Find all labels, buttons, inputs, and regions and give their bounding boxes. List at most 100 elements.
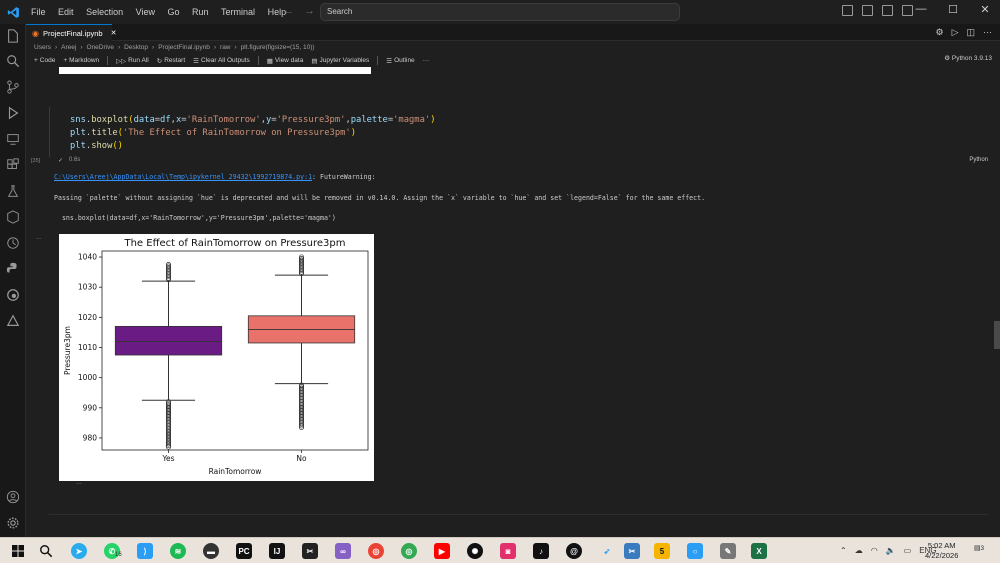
windows-start-icon[interactable] (10, 543, 26, 559)
menu-go[interactable]: Go (167, 7, 179, 17)
previous-output-fragment (59, 67, 371, 74)
menu-view[interactable]: View (136, 7, 155, 17)
arrow-app-icon[interactable]: ➶ (599, 543, 615, 559)
gear-icon[interactable]: ⚙ (935, 27, 943, 38)
cloud-icon[interactable]: ☁ (855, 546, 863, 555)
menu-edit[interactable]: Edit (58, 7, 74, 17)
cell-language[interactable]: Python (969, 157, 988, 163)
close-window-button[interactable]: ✕ (969, 3, 1000, 16)
minimize-button[interactable]: — (905, 3, 937, 16)
timeline-icon[interactable] (6, 236, 20, 250)
explorer-icon[interactable] (6, 29, 20, 43)
taskbar-search-icon[interactable] (38, 543, 54, 559)
toolbar-more-button[interactable]: ··· (423, 57, 430, 64)
code-cell-source[interactable]: sns.boxplot(data=df,x='RainTomorrow',y='… (70, 114, 435, 153)
app-tool-icon[interactable]: ✎ (720, 543, 736, 559)
menu-selection[interactable]: Selection (86, 7, 123, 17)
containers-icon[interactable] (6, 210, 20, 224)
snipping-tool-icon[interactable]: ✂ (624, 543, 640, 559)
source-control-icon[interactable] (6, 80, 20, 94)
breadcrumb-item[interactable]: OneDrive (87, 44, 114, 51)
layout-toggle-icon[interactable] (842, 5, 853, 16)
excel-icon[interactable]: X (751, 543, 767, 559)
testing-icon[interactable] (6, 184, 20, 198)
warning-header: C:\Users\Areej\AppData\Local\Temp\ipyker… (54, 173, 376, 181)
run-debug-icon[interactable] (6, 106, 20, 120)
youtube-icon[interactable]: ▶ (434, 543, 450, 559)
output-more-marker[interactable]: ... (36, 235, 41, 241)
vscode-taskbar-icon[interactable]: ⟩ (137, 543, 153, 559)
menu-terminal[interactable]: Terminal (221, 7, 255, 17)
instagram-icon[interactable]: ◙ (500, 543, 516, 559)
add-markdown-button[interactable]: + Markdown (63, 57, 99, 64)
editor-tab-bar: ◉ ProjectFinal.ipynb ✕ ⚙ ▷ ◫ ··· (26, 24, 1000, 41)
output-collapse-marker[interactable]: ... (76, 479, 82, 486)
account-icon[interactable] (6, 490, 20, 504)
warning-type: : FutureWarning: (312, 173, 376, 181)
spotify-icon[interactable]: ≋ (170, 543, 186, 559)
tab-projectfinal[interactable]: ◉ ProjectFinal.ipynb ✕ (26, 24, 116, 41)
edge-browser-icon[interactable] (6, 288, 20, 302)
boxplot-chart: The Effect of RainTomorrow on Pressure3p… (63, 238, 369, 476)
menu-run[interactable]: Run (192, 7, 209, 17)
show-hidden-icons-icon[interactable]: ⌃ (840, 546, 847, 555)
tiktok-icon[interactable]: ♪ (533, 543, 549, 559)
split-editor-icon[interactable]: ◫ (966, 27, 975, 38)
tab-close-icon[interactable]: ✕ (111, 29, 117, 37)
add-code-button[interactable]: + Code (34, 57, 55, 64)
notebook-editor: sns.boxplot(data=df,x='RainTomorrow',y='… (26, 67, 1000, 537)
forward-arrow-icon[interactable]: → (304, 5, 315, 17)
maximize-button[interactable]: ☐ (937, 3, 969, 16)
app-circle-icon[interactable]: ○ (687, 543, 703, 559)
clear-icon: ☰ (193, 57, 199, 65)
outline-button[interactable]: ☰ Outline (386, 57, 414, 65)
visual-studio-icon[interactable]: ∞ (335, 543, 351, 559)
chatgpt-icon[interactable]: ✺ (467, 543, 483, 559)
restart-button[interactable]: ↻ Restart (157, 57, 185, 65)
warning-path-link[interactable]: C:\Users\Areej\AppData\Local\Temp\ipyker… (54, 173, 312, 181)
editor-scrollbar[interactable] (994, 321, 1000, 349)
threads-icon[interactable]: @ (566, 543, 582, 559)
x-axis-label: RainTomorrow (209, 467, 262, 476)
jupyter-variables-button[interactable]: ▤ Jupyter Variables (311, 57, 369, 65)
volume-icon[interactable]: 🔈 (886, 546, 896, 555)
run-icon[interactable]: ▷ (952, 27, 959, 38)
chrome-profile-icon[interactable]: ◎ (401, 543, 417, 559)
app-icon[interactable]: ▬ (203, 543, 219, 559)
menu-bar: File Edit Selection View Go Run Terminal… (26, 7, 291, 17)
breadcrumb-item[interactable]: raw (220, 44, 230, 51)
command-search-box[interactable]: Search (320, 3, 680, 21)
success-check-icon: ✓ (58, 158, 64, 164)
breadcrumb-item[interactable]: plt.figure(figsize=(15, 10)) (241, 44, 315, 51)
remote-explorer-icon[interactable] (6, 132, 20, 146)
search-icon[interactable] (6, 54, 20, 68)
extensions-icon[interactable] (6, 158, 20, 172)
menu-file[interactable]: File (31, 7, 46, 17)
breadcrumb-item[interactable]: Desktop (124, 44, 148, 51)
kernel-selector[interactable]: ⚙ Python 3.9.13 (944, 54, 992, 62)
toggle-primary-sidebar-icon[interactable] (862, 5, 873, 16)
python-icon[interactable] (6, 262, 20, 276)
breadcrumb-item[interactable]: Areej (61, 44, 76, 51)
intellij-icon[interactable]: IJ (269, 543, 285, 559)
system-clock[interactable]: 5:02 AM 4/22/2026 (925, 541, 958, 561)
app-five-icon[interactable]: 5 (654, 543, 670, 559)
more-actions-icon[interactable]: ··· (983, 27, 992, 38)
wifi-icon[interactable]: ◠ (871, 546, 878, 555)
chrome-icon[interactable]: ◎ (368, 543, 384, 559)
notifications-icon[interactable]: ▤3 (974, 544, 988, 558)
battery-icon[interactable]: ▭ (904, 546, 912, 555)
settings-gear-icon[interactable] (6, 516, 20, 530)
view-data-button[interactable]: ▦ View data (267, 57, 304, 65)
breadcrumb-item[interactable]: Users (34, 44, 51, 51)
capcut-icon[interactable]: ✂ (302, 543, 318, 559)
breadcrumb-item[interactable]: ProjectFinal.ipynb (158, 44, 210, 51)
pycharm-icon[interactable]: PC (236, 543, 252, 559)
back-arrow-icon[interactable]: ← (283, 5, 294, 17)
telegram-icon[interactable]: ➤ (71, 543, 87, 559)
azure-icon[interactable] (6, 314, 20, 328)
run-all-button[interactable]: ▷▷ Run All (116, 57, 149, 65)
next-empty-cell[interactable] (49, 514, 989, 537)
toggle-panel-icon[interactable] (882, 5, 893, 16)
clear-outputs-button[interactable]: ☰ Clear All Outputs (193, 57, 250, 65)
